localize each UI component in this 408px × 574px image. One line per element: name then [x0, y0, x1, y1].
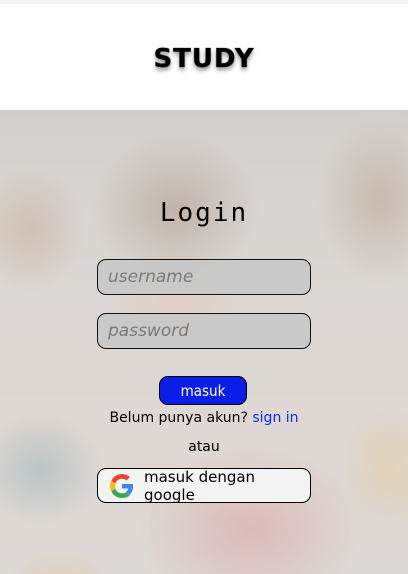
- google-login-label: masuk dengan google: [144, 467, 256, 504]
- login-button[interactable]: masuk: [159, 376, 247, 405]
- username-input[interactable]: [97, 259, 311, 295]
- header-bar: STUDY: [0, 4, 408, 110]
- google-icon: [110, 473, 134, 498]
- signup-prompt: Belum punya akun? sign in: [0, 410, 408, 426]
- login-form: Login masuk Belum punya akun? sign in at…: [0, 110, 408, 574]
- login-title: Login: [159, 198, 249, 228]
- signup-link[interactable]: sign in: [252, 410, 298, 426]
- password-input[interactable]: [97, 313, 311, 349]
- no-account-text: Belum punya akun?: [109, 410, 248, 426]
- google-login-button[interactable]: masuk dengan google: [97, 467, 311, 504]
- app-logo: STUDY: [153, 44, 255, 74]
- or-divider-text: atau: [188, 439, 220, 455]
